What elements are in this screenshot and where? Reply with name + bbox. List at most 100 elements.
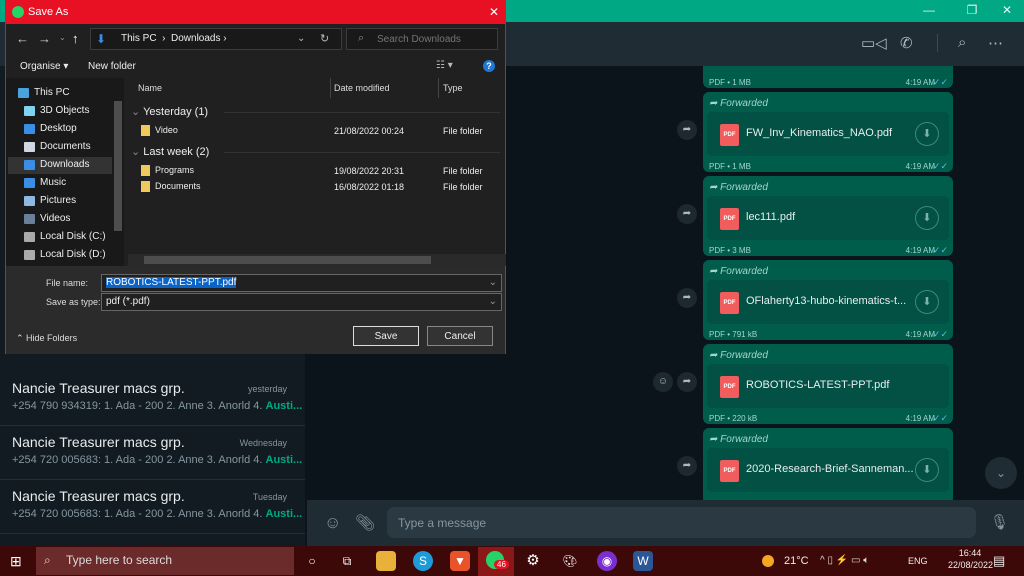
cancel-button[interactable]: Cancel: [427, 326, 493, 346]
nav-item[interactable]: Pictures: [40, 195, 76, 206]
save-button[interactable]: Save: [353, 326, 419, 346]
column-name[interactable]: Name: [138, 83, 162, 93]
brave-icon[interactable]: ▼: [450, 551, 470, 571]
forward-message-button[interactable]: ➦: [677, 120, 697, 140]
minimize-button[interactable]: —: [914, 3, 944, 19]
nav-item[interactable]: Documents: [40, 141, 91, 152]
cortana-icon[interactable]: ○: [302, 551, 322, 571]
download-icon[interactable]: ⬇: [915, 206, 939, 230]
whatsapp-taskbar-button[interactable]: 46: [478, 547, 514, 576]
refresh-icon[interactable]: ↻: [320, 32, 329, 45]
group-header[interactable]: ⌄ Last week (2): [131, 145, 209, 158]
search-icon[interactable]: ⌕: [958, 34, 966, 51]
scroll-down-button[interactable]: ⌄: [985, 457, 1017, 489]
clock[interactable]: 16:44 22/08/2022: [948, 548, 994, 570]
file-row[interactable]: Video: [141, 125, 178, 137]
file-meta: PDF • 1 MB: [709, 78, 751, 87]
save-type-select[interactable]: pdf (*.pdf) ⌄: [101, 293, 502, 311]
chat-item[interactable]: Nancie Treasurer macs grp. yesterday +254 …: [0, 372, 305, 426]
download-icon[interactable]: ⬇: [915, 122, 939, 146]
column-date-modified[interactable]: Date modified: [334, 83, 390, 93]
start-button[interactable]: ⊞: [10, 553, 22, 570]
column-type[interactable]: Type: [443, 83, 463, 93]
message-bubble[interactable]: ➦ Forwarded PDF ROBOTICS-LATEST-PPT.pdf P…: [703, 344, 953, 424]
hide-folders-button[interactable]: ⌃ Hide Folders: [16, 333, 77, 344]
nav-scrollbar[interactable]: [114, 101, 122, 231]
chat-preview: +254 720 005683: 1. Ada - 200 2. Anne 3.…: [12, 508, 302, 520]
nav-item[interactable]: Local Disk (C:): [40, 231, 106, 242]
view-options-icon[interactable]: ☷ ▾: [436, 60, 453, 71]
nav-item[interactable]: Downloads: [40, 159, 89, 170]
new-folder-button[interactable]: New folder: [88, 61, 136, 72]
organise-button[interactable]: Organise ▾: [20, 61, 68, 72]
nav-item[interactable]: Desktop: [40, 123, 77, 134]
breadcrumb-downloads[interactable]: Downloads: [171, 33, 220, 44]
video-call-icon[interactable]: ▭◁: [861, 34, 887, 52]
task-view-icon[interactable]: ⧉: [337, 551, 357, 571]
attach-icon[interactable]: 📎︎: [355, 513, 375, 533]
message-bubble[interactable]: ➦ Forwarded PDF OFlaherty13-hubo-kinemati…: [703, 260, 953, 340]
word-icon[interactable]: W: [633, 551, 653, 571]
weather-temp[interactable]: 21°C: [784, 555, 809, 567]
close-button[interactable]: ✕: [992, 3, 1022, 19]
file-attachment[interactable]: PDF lec111.pdf ⬇: [707, 196, 949, 240]
file-attachment[interactable]: PDF 2020-Research-Brief-Sanneman... ⬇: [707, 448, 949, 492]
download-icon[interactable]: ⬇: [915, 290, 939, 314]
file-name-input[interactable]: ROBOTICS-LATEST-PPT.pdf ⌄: [101, 274, 502, 292]
taskbar-search[interactable]: Type here to search: [36, 547, 294, 575]
microphone-icon[interactable]: 🎙︎: [990, 513, 1009, 531]
message-input[interactable]: [387, 507, 976, 538]
language-indicator[interactable]: ENG: [908, 556, 928, 566]
forward-message-button[interactable]: ➦: [677, 288, 697, 308]
message-bubble[interactable]: ➦ Forwarded PDF FW_Inv_Kinematics_NAO.pdf…: [703, 92, 953, 172]
maximize-button[interactable]: ❐: [957, 3, 987, 19]
paint-icon[interactable]: 🎨︎: [560, 551, 580, 571]
folder-icon: [141, 125, 150, 137]
message-bubble[interactable]: ➦ Forwarded PDF lec111.pdf ⬇ PDF • 3 MB 4:…: [703, 176, 953, 256]
file-attachment[interactable]: PDF FW_Inv_Kinematics_NAO.pdf ⬇: [707, 112, 949, 156]
nav-item[interactable]: Local Disk (D:): [40, 249, 106, 260]
emoji-icon[interactable]: ☺: [324, 513, 341, 533]
nav-item[interactable]: 3D Objects: [40, 105, 89, 116]
up-icon[interactable]: ↑: [72, 31, 79, 46]
media-player-icon[interactable]: ◉: [597, 551, 617, 571]
file-attachment[interactable]: PDF ROBOTICS-LATEST-PPT.pdf: [707, 364, 949, 408]
back-icon[interactable]: ←: [16, 31, 29, 46]
forward-message-button[interactable]: ➦: [677, 372, 697, 392]
chat-item[interactable]: Nancie Treasurer macs grp. Wednesday +254 …: [0, 426, 305, 480]
breadcrumb-this-pc[interactable]: This PC: [121, 33, 157, 44]
forward-icon[interactable]: →: [38, 31, 51, 46]
horizontal-scrollbar[interactable]: [128, 254, 506, 266]
recent-chevron-icon[interactable]: ⌄: [59, 33, 66, 42]
menu-icon[interactable]: ⋯: [988, 34, 1003, 52]
group-header[interactable]: ⌄ Yesterday (1): [131, 105, 208, 118]
nav-item-icon: [24, 124, 35, 134]
nav-item[interactable]: Videos: [40, 213, 70, 224]
folder-icon: [141, 181, 150, 193]
address-dropdown-icon[interactable]: ⌄: [297, 33, 305, 44]
forward-message-button[interactable]: ➦: [677, 456, 697, 476]
file-meta: PDF • 220 kB: [709, 414, 758, 423]
nav-item[interactable]: This PC: [34, 87, 70, 98]
clock-date: 22/08/2022: [948, 560, 994, 570]
dialog-close-button[interactable]: ✕: [489, 5, 499, 19]
system-tray-icons[interactable]: ^ ▯ ⚡ ▭ 🔈︎: [820, 555, 869, 566]
file-explorer-icon[interactable]: [376, 551, 396, 571]
chat-item[interactable]: Nancie Treasurer macs grp. Tuesday +254 72…: [0, 480, 305, 534]
search-downloads-input[interactable]: [346, 28, 498, 50]
skype-icon[interactable]: S: [413, 551, 433, 571]
message-bubble[interactable]: ➦ Forwarded PDF 2020-Research-Brief-Sanne…: [703, 428, 953, 500]
nav-item[interactable]: Music: [40, 177, 66, 188]
settings-icon[interactable]: ⚙: [523, 551, 543, 571]
help-icon[interactable]: ?: [483, 60, 495, 72]
notifications-icon[interactable]: ▤: [993, 553, 1005, 569]
emoji-reaction-button[interactable]: ☺: [653, 372, 673, 392]
file-row[interactable]: Documents: [141, 181, 201, 193]
forward-message-button[interactable]: ➦: [677, 204, 697, 224]
file-row[interactable]: Programs: [141, 165, 194, 177]
voice-call-icon[interactable]: ✆: [900, 34, 913, 52]
download-icon[interactable]: ⬇: [915, 458, 939, 482]
file-attachment[interactable]: PDF OFlaherty13-hubo-kinematics-t... ⬇: [707, 280, 949, 324]
nav-item-icon: [24, 106, 35, 116]
preview-text: +254 790 934319: 1. Ada - 200 2. Anne 3.…: [12, 400, 266, 412]
